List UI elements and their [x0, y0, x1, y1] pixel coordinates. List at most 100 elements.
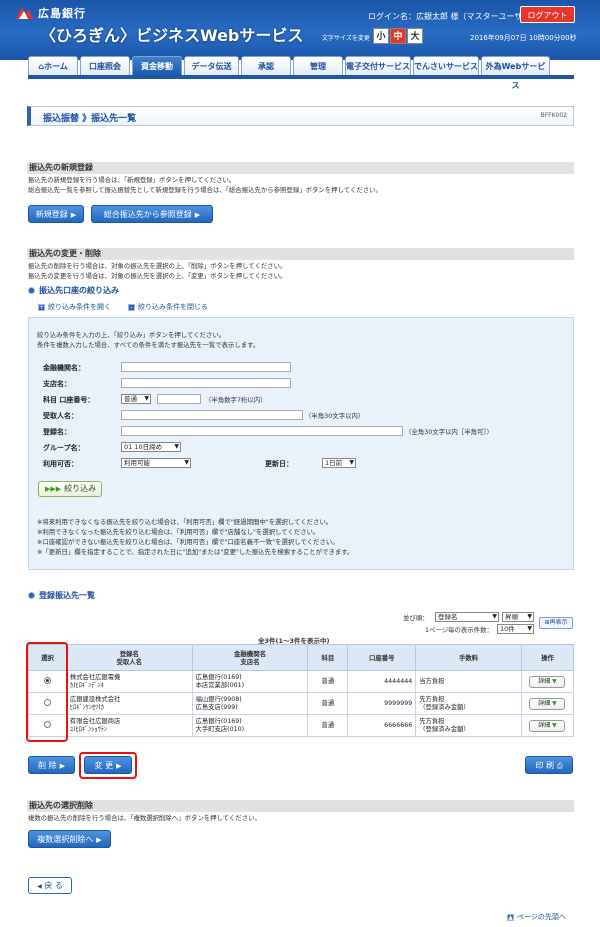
detail-button[interactable]: 詳細 ▼ [529, 697, 566, 710]
reg-name-hint: （全角30文字以内［半角可］） [405, 428, 494, 436]
row-bank: 福山銀行(9908) [195, 696, 242, 703]
logout-button[interactable]: ログアウト [520, 6, 575, 23]
row-payee-name: ｶ)ﾋﾛｷﾞﾝﾃﾞﾝｷ [69, 681, 104, 689]
reference-register-button[interactable]: 総合振込先から参照登録 ▶ [91, 205, 213, 223]
filter-panel: 絞り込み条件を入力の上、「絞り込み」ボタンを押してください。 条件を複数入力した… [28, 317, 574, 570]
row-fee: 先方負担 [419, 696, 445, 703]
tab-admin[interactable]: 管理 [293, 56, 343, 76]
redisplay-button[interactable]: ⊞再表示 [539, 617, 573, 629]
per-page-select[interactable]: 10件 ▼ [497, 624, 534, 634]
sort-order-select[interactable]: 昇順 ▼ [502, 612, 534, 622]
multi-delete-button[interactable]: 複数選択削除へ ▶ [28, 830, 111, 848]
new-register-button[interactable]: 新規登録 ▶ [28, 205, 84, 223]
filter-close-link[interactable]: - 絞り込み条件を閉じる [128, 302, 208, 312]
filter-open-link[interactable]: + 絞り込み条件を開く [38, 302, 111, 312]
tab-e-delivery[interactable]: 電子交付サービス [345, 56, 411, 76]
detail-button[interactable]: 詳細 ▼ [529, 719, 566, 732]
tab-densai[interactable]: でんさいサービス [413, 56, 479, 76]
back-button[interactable]: ◀ 戻 る [28, 877, 72, 894]
sort-field-select[interactable]: 登録名 ▼ [435, 612, 499, 622]
page-title-bar: 振込振替 》振込先一覧 BFFK002 [27, 106, 574, 126]
branch-input[interactable] [121, 378, 291, 388]
col-bank: 金融機関名 支店名 [191, 644, 309, 671]
account-hint: （半角数字7桁以内） [205, 396, 267, 404]
register-desc-1: 振込先の新規登録を行う場合は、「新規登録」ボタンを押してください。 [28, 176, 236, 184]
account-label: 科目 口座番号： [43, 396, 95, 404]
updated-label: 更新日： [265, 460, 293, 468]
arrow-up-icon: ▲ [507, 913, 514, 921]
tab-account-inquiry[interactable]: 口座照会 [80, 56, 130, 76]
table-row: 株式会社広銀電機 ｶ)ﾋﾛｷﾞﾝﾃﾞﾝｷ 広島銀行(0169) 本店営業部(001)… [28, 670, 575, 693]
filter-note-1: ※将来利用できなくなる振込先を絞り込む場合は、「利用可否」欄で"経過期間中"を選… [37, 518, 333, 526]
chevron-down-icon: ▼ [174, 443, 179, 450]
filter-note-4: ※「更新日」欄を指定することで、指定された日に"追加"または"変更"した振込先を… [37, 548, 354, 556]
font-medium-button[interactable]: 中 [390, 28, 406, 44]
row-fee: 先方負担 [419, 718, 445, 725]
payee-input[interactable] [121, 410, 303, 420]
bullet-icon [28, 592, 35, 599]
font-size-label: 文字サイズを変更 [322, 35, 370, 42]
updated-select[interactable]: 1日前 ▼ [322, 458, 356, 468]
tab-data-transmission[interactable]: データ伝送 [184, 56, 239, 76]
row-fee: 当方負担 [419, 677, 445, 685]
group-label: グループ名： [43, 444, 85, 452]
filter-title: 振込先口座の絞り込み [28, 285, 119, 296]
row-payee-name: ﾋﾛｷﾞﾝｹﾝｾﾂ(ｶ [69, 703, 104, 711]
change-heading: 振込先の変更・削除 [27, 248, 574, 260]
arrow-right-icon: ▶ [70, 211, 77, 219]
reg-name-input[interactable] [121, 426, 403, 436]
change-button[interactable]: 変 更 ▶ [84, 756, 132, 774]
change-desc-2: 振込先の変更を行う場合は、対象の振込先を選択の上、「変更」ボタンを押してください… [28, 272, 287, 280]
tab-home[interactable]: ⌂ホーム [28, 56, 78, 76]
login-info: ログイン名：広銀太郎 様（マスターユーザ） [368, 11, 530, 22]
page-top-link[interactable]: ▲ ページの先頭へ [507, 912, 566, 922]
register-desc-2: 総合振込先一覧を参照して振込振替先として新規登録を行う場合は、「総合振込先から参… [28, 186, 382, 194]
app-header: 広島銀行 〈ひろぎん〉ビジネスWebサービス ログイン名：広銀太郎 様（マスター… [0, 0, 600, 60]
font-small-button[interactable]: 小 [373, 28, 389, 44]
page-title: 振込振替 》振込先一覧 [43, 114, 137, 124]
multi-delete-heading: 振込先の選択削除 [27, 800, 574, 812]
chevron-down-icon: ▼ [527, 613, 532, 620]
row-subject: 普通 [307, 714, 349, 737]
filter-intro-2: 条件を複数入力した場合、すべての条件を満たす振込先を一覧で表示します。 [37, 341, 260, 349]
row-fee-note: （登録済み金額） [419, 703, 470, 711]
bullet-icon [28, 287, 35, 294]
font-large-button[interactable]: 大 [407, 28, 423, 44]
account-number-input[interactable] [157, 394, 201, 404]
sort-label: 並び順： [403, 614, 429, 622]
print-button[interactable]: 印 刷 ⎙ [525, 756, 573, 774]
payee-table: 選択 登録名 受取人名 金融機関名 支店名 科目 口座番号 手数料 操作 株式会社広… [28, 644, 575, 737]
row-bank: 広島銀行(0169) [195, 674, 242, 681]
bank-name-input[interactable] [121, 362, 291, 372]
main-nav: ⌂ホーム 口座照会 資金移動 データ伝送 承認 管理 電子交付サービス でんさい… [28, 56, 574, 90]
availability-select[interactable]: 利用可能 ▼ [121, 458, 191, 468]
chevron-down-icon: ▼ [349, 459, 354, 466]
chevron-down-icon: ▼ [184, 459, 189, 466]
bank-logo-icon [16, 7, 33, 19]
row-payee-name: ﾕ)ﾋﾛｷﾞﾝｼｮｳﾃﾝ [69, 725, 108, 733]
per-page-label: 1ページ毎の表示件数： [425, 626, 493, 634]
minus-icon: - [128, 303, 135, 311]
multi-delete-desc: 複数の振込先の削除を行う場合は、「複数選択削除へ」ボタンを押してください。 [28, 814, 261, 822]
account-type-select[interactable]: 普通 ▼ [121, 394, 151, 404]
printer-icon: ⎙ [556, 762, 563, 770]
table-row: 有限会社広銀商店 ﾕ)ﾋﾛｷﾞﾝｼｮｳﾃﾝ 広島銀行(0169) 大手町支店(010… [28, 714, 575, 737]
chevron-down-icon: ▼ [492, 613, 497, 620]
chevron-down-icon: ▼ [144, 395, 149, 402]
col-subject: 科目 [307, 644, 349, 671]
availability-label: 利用可否： [43, 460, 78, 468]
chevron-down-icon: ▼ [552, 721, 557, 729]
payee-hint: （半角30文字以内） [305, 412, 365, 420]
filter-button[interactable]: ▶▶▶ 絞り込み [38, 481, 102, 497]
table-header-row: 選択 登録名 受取人名 金融機関名 支店名 科目 口座番号 手数料 操作 [28, 644, 575, 671]
tab-approval[interactable]: 承認 [241, 56, 291, 76]
current-datetime: 2016年09月07日 10時00分00秒 [470, 34, 577, 42]
delete-button[interactable]: 削 除 ▶ [28, 756, 75, 774]
screen-id: BFFK002 [540, 112, 567, 119]
triple-arrow-icon: ▶▶▶ [45, 485, 62, 493]
tab-forex[interactable]: 外為Webサービス [481, 56, 550, 90]
arrow-right-icon: ▶ [116, 762, 122, 770]
tab-fund-transfer[interactable]: 資金移動 [132, 56, 182, 76]
group-select[interactable]: 01 10日締め ▼ [121, 442, 181, 452]
detail-button[interactable]: 詳細 ▼ [529, 675, 566, 688]
